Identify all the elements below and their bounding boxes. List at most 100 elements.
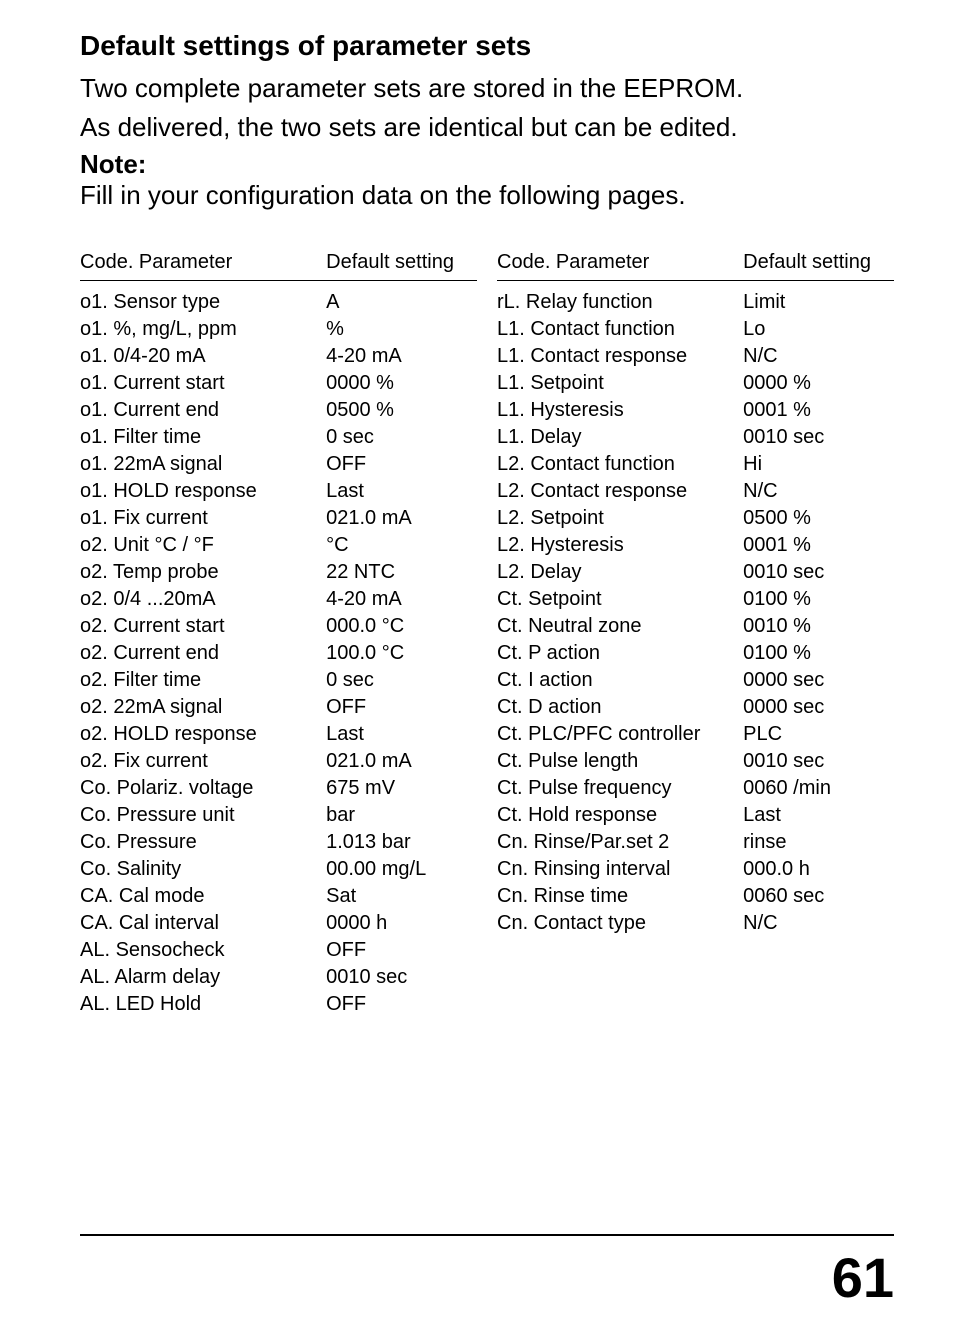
parameter-cell: o2. Fix current	[80, 748, 326, 775]
table-row: Ct. Hold responseLast	[497, 802, 894, 829]
table-row: o2. Temp probe22 NTC	[80, 559, 477, 586]
parameter-cell: Co. Salinity	[80, 856, 326, 883]
parameter-cell: Ct. PLC/PFC controller	[497, 721, 743, 748]
default-cell: 0000 sec	[743, 667, 894, 694]
table-row: L1. Delay0010 sec	[497, 424, 894, 451]
default-cell: Last	[743, 802, 894, 829]
default-cell: OFF	[326, 937, 477, 964]
parameter-cell: o2. Unit °C / °F	[80, 532, 326, 559]
default-cell: Lo	[743, 316, 894, 343]
parameter-cell: o1. 0/4-20 mA	[80, 343, 326, 370]
parameter-cell: Ct. D action	[497, 694, 743, 721]
default-cell: Last	[326, 478, 477, 505]
page: Default settings of parameter sets Two c…	[0, 0, 954, 1336]
table-row: Ct. Pulse length0010 sec	[497, 748, 894, 775]
default-cell: 675 mV	[326, 775, 477, 802]
parameter-cell: Ct. Pulse frequency	[497, 775, 743, 802]
header-default: Default setting	[743, 251, 894, 281]
table-row: o1. Fix current021.0 mA	[80, 505, 477, 532]
default-cell: 000.0 °C	[326, 613, 477, 640]
table-row: o1. Current start0000 %	[80, 370, 477, 397]
parameter-cell: o2. Temp probe	[80, 559, 326, 586]
parameter-cell: L2. Contact function	[497, 451, 743, 478]
table-row: L2. Contact responseN/C	[497, 478, 894, 505]
parameter-cell: CA. Cal mode	[80, 883, 326, 910]
parameter-cell: Ct. Neutral zone	[497, 613, 743, 640]
default-cell: 0000 h	[326, 910, 477, 937]
default-cell: 0010 sec	[743, 748, 894, 775]
default-cell: 0100 %	[743, 640, 894, 667]
parameter-cell: Ct. P action	[497, 640, 743, 667]
parameter-cell: o2. Current end	[80, 640, 326, 667]
table-row: Ct. Setpoint0100 %	[497, 586, 894, 613]
default-cell: 0010 sec	[743, 559, 894, 586]
table-row: L2. Delay0010 sec	[497, 559, 894, 586]
table-row: o2. Current end100.0 °C	[80, 640, 477, 667]
table-row: Co. Pressure1.013 bar	[80, 829, 477, 856]
parameter-cell: Cn. Contact type	[497, 910, 743, 937]
default-cell: 0500 %	[326, 397, 477, 424]
default-cell: 021.0 mA	[326, 505, 477, 532]
table-row: o1. Current end0500 %	[80, 397, 477, 424]
parameter-cell: Cn. Rinsing interval	[497, 856, 743, 883]
table-row: o2. Filter time0 sec	[80, 667, 477, 694]
left-column: Code. Parameter Default setting o1. Sens…	[80, 251, 477, 1018]
table-row: o2. Fix current021.0 mA	[80, 748, 477, 775]
parameter-cell: L2. Delay	[497, 559, 743, 586]
default-cell: 0010 %	[743, 613, 894, 640]
parameter-cell: AL. Sensocheck	[80, 937, 326, 964]
default-cell: Hi	[743, 451, 894, 478]
page-number: 61	[832, 1245, 894, 1310]
table-header-row: Code. Parameter Default setting	[497, 251, 894, 281]
table-row: Co. Pressure unitbar	[80, 802, 477, 829]
default-cell: rinse	[743, 829, 894, 856]
table-row: AL. SensocheckOFF	[80, 937, 477, 964]
intro-line-2: As delivered, the two sets are identical…	[80, 111, 894, 144]
parameter-cell: o1. HOLD response	[80, 478, 326, 505]
default-cell: N/C	[743, 910, 894, 937]
default-cell: 0010 sec	[326, 964, 477, 991]
left-table: Code. Parameter Default setting o1. Sens…	[80, 251, 477, 1018]
parameter-cell: AL. LED Hold	[80, 991, 326, 1018]
default-cell: 0060 sec	[743, 883, 894, 910]
parameter-cell: Ct. Setpoint	[497, 586, 743, 613]
parameter-cell: o1. Current start	[80, 370, 326, 397]
table-row: Ct. PLC/PFC controllerPLC	[497, 721, 894, 748]
default-cell: 0 sec	[326, 667, 477, 694]
table-row: L2. Contact functionHi	[497, 451, 894, 478]
parameter-cell: o1. %, mg/L, ppm	[80, 316, 326, 343]
default-cell: 0000 %	[743, 370, 894, 397]
table-row: o1. 0/4-20 mA4-20 mA	[80, 343, 477, 370]
default-cell: 0 sec	[326, 424, 477, 451]
parameter-cell: Ct. I action	[497, 667, 743, 694]
table-row: Cn. Rinsing interval000.0 h	[497, 856, 894, 883]
table-row: Ct. P action0100 %	[497, 640, 894, 667]
parameter-cell: Co. Pressure unit	[80, 802, 326, 829]
right-table: Code. Parameter Default setting rL. Rela…	[497, 251, 894, 937]
default-cell: 0000 sec	[743, 694, 894, 721]
table-row: o1. Sensor typeA	[80, 281, 477, 317]
parameter-cell: o1. Filter time	[80, 424, 326, 451]
parameter-cell: Ct. Hold response	[497, 802, 743, 829]
default-cell: 0000 %	[326, 370, 477, 397]
table-row: o1. Filter time0 sec	[80, 424, 477, 451]
parameter-cell: Ct. Pulse length	[497, 748, 743, 775]
parameter-cell: Co. Pressure	[80, 829, 326, 856]
default-cell: 0001 %	[743, 532, 894, 559]
parameter-cell: L1. Contact function	[497, 316, 743, 343]
default-cell: 0500 %	[743, 505, 894, 532]
intro-line-1: Two complete parameter sets are stored i…	[80, 72, 894, 105]
default-cell: 0100 %	[743, 586, 894, 613]
table-row: rL. Relay functionLimit	[497, 281, 894, 317]
default-cell: PLC	[743, 721, 894, 748]
default-cell: 021.0 mA	[326, 748, 477, 775]
table-row: o2. Current start000.0 °C	[80, 613, 477, 640]
parameter-cell: o2. Filter time	[80, 667, 326, 694]
note-label: Note:	[80, 149, 894, 180]
table-row: L2. Setpoint0500 %	[497, 505, 894, 532]
table-row: Ct. I action0000 sec	[497, 667, 894, 694]
parameter-cell: L1. Hysteresis	[497, 397, 743, 424]
table-row: o2. HOLD responseLast	[80, 721, 477, 748]
table-row: Co. Salinity00.00 mg/L	[80, 856, 477, 883]
table-row: o2. 0/4 ...20mA4-20 mA	[80, 586, 477, 613]
